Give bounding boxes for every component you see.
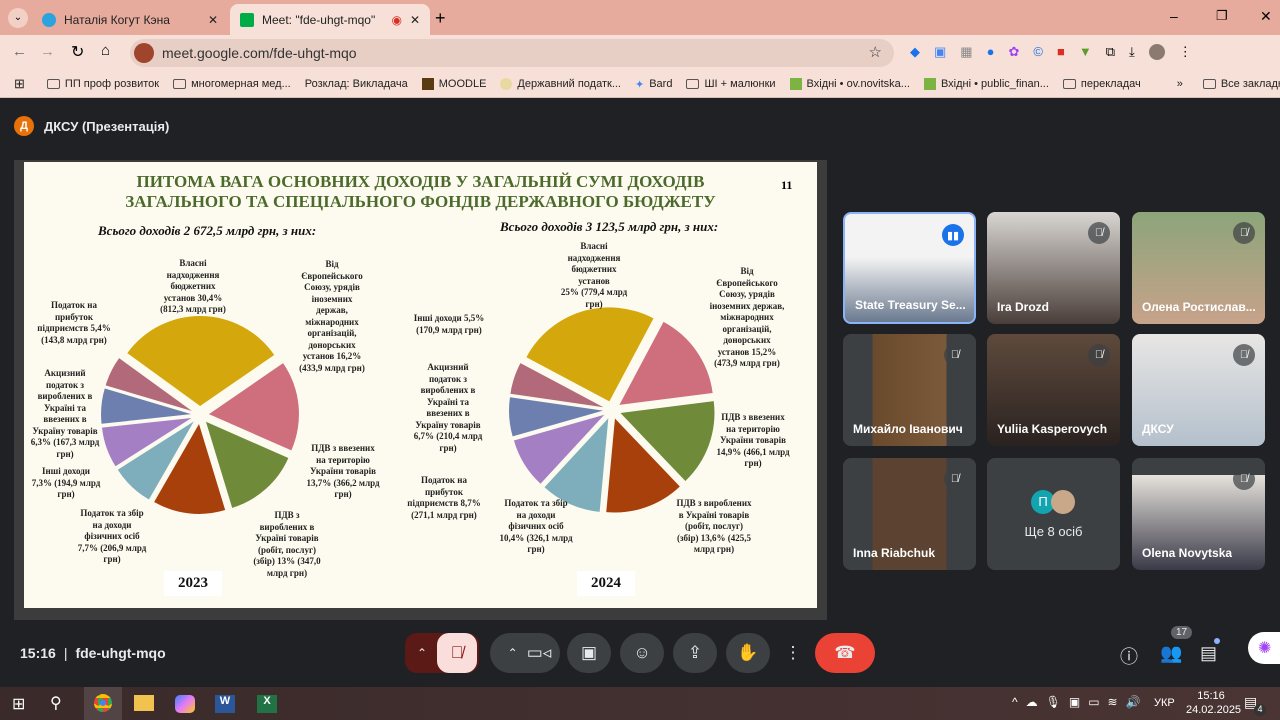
slice-label: Акцизний податок з вироблених в Україні … — [30, 368, 100, 459]
extension-icon[interactable]: © — [1033, 44, 1043, 60]
participant-tile[interactable]: Ira Drozd 🎙̸ — [987, 212, 1120, 324]
participant-count-badge: 17 — [1171, 626, 1193, 639]
clock-date: 24.02.2025 — [1186, 704, 1242, 716]
slice-label: Податок на прибуток підприємств 8,7% (27… — [407, 475, 481, 520]
slice-label: Податок та збір на доходи фізичних осіб … — [499, 498, 573, 554]
copilot-icon[interactable] — [175, 695, 195, 713]
menu-icon[interactable]: ⋮ — [1179, 44, 1192, 60]
all-bookmarks[interactable]: Все закладки — [1202, 78, 1280, 90]
slice-label: ПДВ з вироблених в Україні товарів (робі… — [676, 498, 752, 554]
participant-tile[interactable]: Olena Novytska 🎙̸ — [1132, 458, 1265, 570]
search-icon[interactable]: ⚲ — [50, 693, 62, 713]
more-options-button[interactable]: ⋮ — [778, 633, 808, 673]
participant-tile[interactable]: Олена Ростислав... 🎙̸ — [1132, 212, 1265, 324]
mic-off-icon: 🎙̸ — [1233, 468, 1255, 490]
mic-off-icon: 🎙̸ — [1233, 222, 1255, 244]
slice-label: Від Європейського Союзу, урядів іноземни… — [709, 266, 785, 368]
bookmark[interactable]: перекладач — [1062, 78, 1141, 90]
word-icon[interactable]: W — [215, 695, 235, 713]
bookmark[interactable]: Вхідні • public_finan... — [923, 78, 1049, 90]
translate-icon[interactable]: ▣ — [934, 44, 946, 60]
bookmark-star-icon[interactable]: ☆ — [869, 43, 882, 61]
slice-label: ПДВ з вироблених в Україні товарів (робі… — [253, 510, 321, 578]
close-window-button[interactable]: ✕ — [1260, 8, 1272, 25]
downloads-icon[interactable]: ⤓ — [1129, 44, 1135, 60]
mic-off-icon: 🎙̸ — [944, 468, 966, 490]
minimize-button[interactable]: – — [1170, 8, 1178, 24]
year-label-2023: 2023 — [164, 571, 222, 596]
system-tray-icons[interactable]: ^☁🎙▣▭≋🔊 — [1012, 695, 1149, 709]
slice-label: ПДВ з ввезених на територію України това… — [306, 443, 380, 499]
captions-button[interactable]: ▣ — [567, 633, 611, 673]
chrome-taskbar-button[interactable] — [84, 687, 122, 720]
slice-label: Власні надходження бюджетних установ 30,… — [160, 258, 226, 314]
taskbar: ⊞ ⚲ W X ^☁🎙▣▭≋🔊 УКР 15:16 24.02.2025 ▤ 4 — [0, 687, 1280, 720]
participant-tile[interactable]: ДКСУ 🎙̸ — [1132, 334, 1265, 446]
camera-button[interactable]: ▭◃ — [527, 643, 552, 663]
speaking-indicator-icon: ▮▮ — [942, 224, 964, 246]
mic-off-icon: 🎙̸ — [1233, 344, 1255, 366]
brain-extension-icon[interactable]: ✺ — [1248, 632, 1280, 664]
extension-icon[interactable]: ✿ — [1008, 44, 1019, 60]
others-count: Ще 8 осіб — [1024, 524, 1083, 539]
mic-options-button[interactable]: ⌃ — [407, 646, 437, 660]
participant-tile[interactable]: State Treasury Se... ▮▮ — [843, 212, 976, 324]
slice-label: Від Європейського Союзу, урядів іноземни… — [299, 259, 365, 373]
chat-notification-dot — [1214, 638, 1220, 644]
clock[interactable]: 15:16 24.02.2025 — [1186, 689, 1241, 717]
windows-start-icon[interactable]: ⊞ — [12, 694, 25, 714]
folder-icon — [1202, 79, 1216, 89]
year-label-2024: 2024 — [577, 571, 635, 596]
others-tile[interactable]: П Ще 8 осіб — [987, 458, 1120, 570]
pdf-icon[interactable]: ■ — [1057, 44, 1065, 60]
extension-icon[interactable]: ◆ — [910, 44, 920, 60]
meeting-code: fde-uhgt-mqo — [75, 645, 166, 661]
meeting-info: 15:16 | fde-uhgt-mqo — [20, 645, 166, 661]
meeting-time: 15:16 — [20, 645, 56, 661]
slice-label: Інші доходи 5,5% (170,9 млрд грн) — [413, 313, 485, 335]
raise-hand-button[interactable]: ✋ — [726, 633, 770, 673]
mic-off-icon: 🎙̸ — [944, 344, 966, 366]
slice-label: Інші доходи 7,3% (194,9 млрд грн) — [31, 466, 101, 499]
participant-tile[interactable]: Yuliia Kasperovych 🎙̸ — [987, 334, 1120, 446]
slice-label: Податок на прибуток підприємств 5,4% (14… — [37, 300, 111, 345]
chrome-icon — [94, 694, 112, 712]
participant-avatar — [1051, 490, 1075, 514]
info-icon[interactable]: ⓘ — [1120, 643, 1138, 669]
mic-group: ⌃ 🎙̸ — [405, 633, 479, 673]
camera-options-button[interactable]: ⌃ — [499, 646, 527, 660]
extensions: ◆ ▣ ▦ ● ✿ © ■ ▼ ⧉ ⤓ ⋮ — [910, 44, 1192, 60]
file-explorer-icon[interactable] — [134, 695, 154, 711]
profile-avatar[interactable] — [1148, 44, 1165, 60]
participant-tile[interactable]: Михайло Іванович 🎙̸ — [843, 334, 976, 446]
slice-label: Податок та збір на доходи фізичних осіб … — [77, 508, 147, 564]
people-icon[interactable]: 👥 — [1160, 643, 1182, 664]
more-bookmarks-icon[interactable]: » — [1177, 78, 1183, 90]
slice-label: Власні надходження бюджетних установ 25%… — [560, 241, 628, 309]
emoji-button[interactable]: ☺ — [620, 633, 664, 673]
maximize-button[interactable]: ❐ — [1216, 8, 1228, 24]
clock-time: 15:16 — [1197, 690, 1225, 702]
camera-group: ⌃ ▭◃ — [490, 633, 560, 673]
mic-off-button[interactable]: 🎙̸ — [437, 633, 477, 673]
chat-icon[interactable]: ▤ — [1200, 643, 1217, 664]
slice-label: ПДВ з ввезених на територію України това… — [716, 412, 790, 468]
extension-icon[interactable]: ● — [987, 44, 995, 60]
extensions-puzzle-icon[interactable]: ⧉ — [1106, 44, 1115, 60]
extension-icon[interactable]: ▦ — [960, 44, 972, 60]
leave-call-button[interactable]: ☎ — [815, 633, 875, 673]
mail-icon — [923, 78, 936, 90]
mic-off-icon: 🎙̸ — [1088, 222, 1110, 244]
mic-off-icon: 🎙̸ — [1088, 344, 1110, 366]
participant-tile[interactable]: Inna Riabchuk 🎙̸ — [843, 458, 976, 570]
present-button[interactable]: ⇪ — [673, 633, 717, 673]
slice-label: Акцизний податок з вироблених в Україні … — [413, 362, 483, 453]
language-indicator[interactable]: УКР — [1154, 697, 1175, 709]
folder-icon — [1062, 79, 1076, 89]
notification-count: 4 — [1254, 704, 1266, 716]
excel-icon[interactable]: X — [257, 695, 277, 713]
download-ext-icon[interactable]: ▼ — [1079, 44, 1092, 60]
